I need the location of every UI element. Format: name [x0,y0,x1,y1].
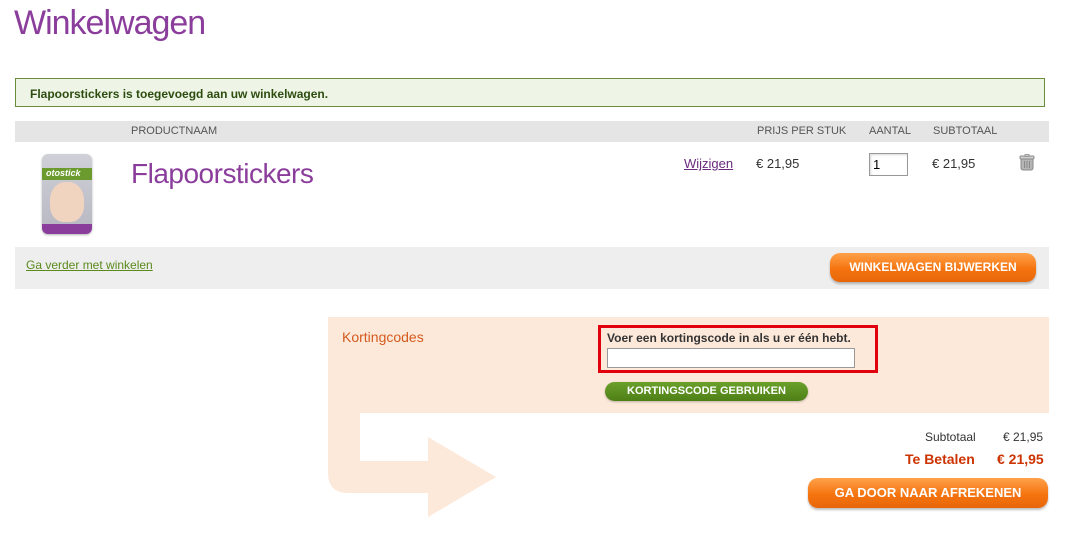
header-product-name: PRODUCTNAAM [131,125,218,137]
discount-section: Kortingcodes Voer een kortingscode in al… [328,317,1049,413]
discount-title: Kortingcodes [342,329,424,345]
cart-item-row: otostick Flapoorstickers Wijzigen € 21,9… [15,142,1049,246]
header-subtotal: SUBTOTAAL [933,125,998,137]
continue-shopping-link[interactable]: Ga verder met winkelen [26,258,153,272]
cart-footer: Ga verder met winkelen WINKELWAGEN BIJWE… [15,247,1049,289]
product-name[interactable]: Flapoorstickers [131,158,314,190]
update-cart-button[interactable]: WINKELWAGEN BIJWERKEN [830,253,1036,282]
header-unit-price: PRIJS PER STUK [757,125,847,137]
quantity-input[interactable] [869,153,908,176]
discount-code-highlight: Voer een kortingscode in als u er één he… [598,325,878,373]
grand-total-value: € 21,95 [997,451,1044,467]
checkout-button[interactable]: GA DOOR NAAR AFREKENEN [808,478,1048,508]
trash-icon[interactable] [1019,154,1035,171]
grand-total-label: Te Betalen [905,451,975,467]
success-message: Flapoorstickers is toegevoegd aan uw win… [15,78,1045,107]
product-image[interactable]: otostick [42,154,92,234]
arrow-decoration [328,413,496,517]
totals-subtotal-label: Subtotaal [925,430,976,444]
unit-price: € 21,95 [756,156,800,171]
item-subtotal: € 21,95 [932,156,976,171]
cart-table-header: PRODUCTNAAM PRIJS PER STUK AANTAL SUBTOT… [15,121,1049,142]
page-title: Winkelwagen [14,4,206,42]
product-image-brand: otostick [46,168,81,178]
apply-discount-button[interactable]: KORTINGSCODE GEBRUIKEN [605,382,808,401]
discount-label: Voer een kortingscode in als u er één he… [607,331,851,345]
header-quantity: AANTAL [869,125,911,137]
edit-item-link[interactable]: Wijzigen [684,156,733,171]
discount-code-input[interactable] [607,348,855,368]
totals-subtotal-value: € 21,95 [1003,430,1044,444]
